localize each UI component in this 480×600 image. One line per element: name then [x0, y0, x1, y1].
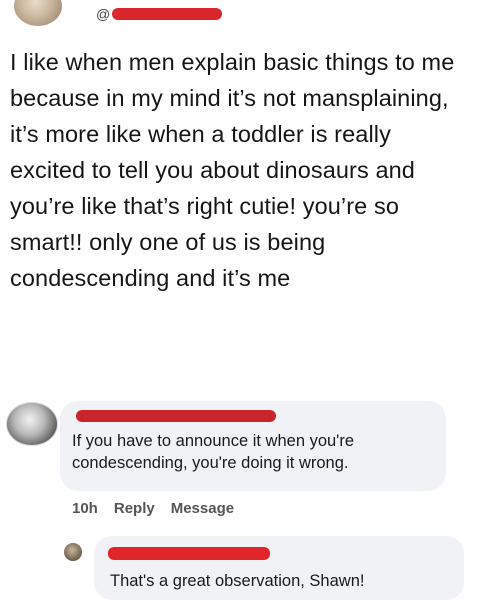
redacted-handle — [112, 8, 222, 20]
comment-timestamp: 10h — [72, 500, 98, 517]
post-header: @ — [0, 0, 480, 34]
message-button[interactable]: Message — [171, 500, 234, 520]
redacted-reply-name — [108, 547, 270, 560]
reply-text: That's a great observation, Shawn! — [110, 572, 365, 590]
redacted-commenter-name — [76, 410, 276, 422]
post-text: I like when men explain basic things to … — [10, 49, 455, 291]
reply-button[interactable]: Reply — [114, 500, 155, 520]
post-author-avatar[interactable] — [14, 0, 62, 26]
comment-text: If you have to announce it when you're c… — [72, 432, 355, 472]
comment-actions: 10h Reply Message — [72, 500, 234, 520]
reply-avatar[interactable] — [64, 543, 82, 561]
post-author-handle-prefix: @ — [96, 6, 111, 22]
commenter-avatar[interactable] — [6, 402, 58, 446]
